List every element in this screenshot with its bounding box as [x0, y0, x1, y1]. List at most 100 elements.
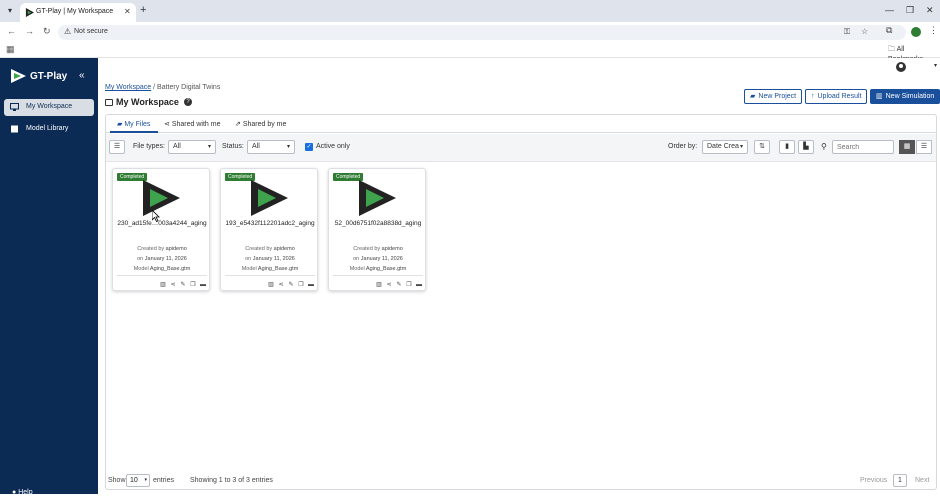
on-label: on: [353, 256, 360, 262]
file-card[interactable]: Completed 193_e5432f112201adc2_aging Cre…: [220, 168, 318, 291]
trash-icon[interactable]: ▬: [199, 282, 207, 288]
edit-icon[interactable]: ✎: [179, 281, 187, 288]
copy-icon[interactable]: ❐: [297, 281, 305, 288]
chevron-down-icon: ▾: [207, 144, 211, 150]
extensions-icon[interactable]: ⧉: [886, 25, 892, 36]
tab-search-icon[interactable]: ▾: [4, 5, 16, 17]
model-value: Aging_Base.gtm: [149, 266, 191, 272]
copy-icon[interactable]: ❐: [189, 281, 197, 288]
new-project-button[interactable]: ▰ New Project: [744, 89, 803, 104]
created-by-value: apidemo: [165, 246, 187, 252]
breadcrumb-root-link[interactable]: My Workspace: [105, 84, 151, 91]
on-label: on: [245, 256, 252, 262]
grid-view-icon[interactable]: ▦: [899, 140, 915, 154]
edit-icon[interactable]: ✎: [287, 281, 295, 288]
table-footer: Show 10 ▾ entries Showing 1 to 3 of 3 ent…: [106, 472, 936, 490]
help-question-icon[interactable]: ?: [184, 98, 192, 106]
chart-icon[interactable]: ▥: [267, 281, 275, 288]
file-icon[interactable]: ▮: [779, 140, 795, 154]
model-value: Aging_Base.gtm: [257, 266, 299, 272]
active-only-label: Active only: [316, 143, 350, 150]
folder-icon: ▰: [750, 93, 756, 100]
restore-icon[interactable]: ❐: [906, 5, 914, 16]
tab-close-icon[interactable]: ✕: [124, 7, 131, 16]
file-card[interactable]: Completed 52_00d6751f02a8838d_aging Crea…: [328, 168, 426, 291]
copy-icon[interactable]: ❐: [405, 281, 413, 288]
active-only-checkbox[interactable]: ✓: [305, 143, 313, 151]
file-types-value: All: [173, 143, 181, 150]
forward-icon[interactable]: →: [25, 26, 34, 36]
model-line: Model Aging_Base.gtm: [113, 266, 211, 272]
tab-shared-with-me[interactable]: ⋖ Shared with me: [164, 120, 220, 128]
chart-icon[interactable]: ▥: [375, 281, 383, 288]
tab-my-files[interactable]: ▰ My Files: [117, 120, 150, 128]
card-actions: ▥ ⋖ ✎ ❐ ▬: [159, 279, 209, 288]
breadcrumb-current: Battery Digital Twins: [157, 84, 221, 91]
browser-menu-icon[interactable]: ⋮: [929, 25, 938, 36]
trash-icon[interactable]: ▬: [415, 282, 423, 288]
security-label: Not secure: [74, 28, 108, 35]
file-name[interactable]: 193_e5432f112201adc2_aging: [221, 220, 319, 227]
monitor-icon: [10, 103, 19, 111]
apps-grid-icon[interactable]: ▦: [6, 44, 15, 55]
breadcrumb-separator: /: [153, 84, 156, 91]
next-page-button[interactable]: Next: [915, 477, 929, 484]
gtplay-favicon-icon: [25, 8, 34, 17]
collapse-sidebar-icon[interactable]: «: [79, 70, 85, 81]
chart-icon[interactable]: ▥: [159, 281, 167, 288]
tab-shared-by-me[interactable]: ⇗ Shared by me: [235, 120, 286, 128]
sidebar-item-model-library[interactable]: Model Library: [4, 121, 94, 138]
card-divider: [225, 275, 315, 276]
chevron-down-icon[interactable]: ▾: [934, 62, 937, 69]
search-input[interactable]: [832, 140, 894, 154]
created-by-label: Created by: [137, 246, 165, 252]
user-icon[interactable]: [896, 62, 906, 72]
created-by-label: Created by: [245, 246, 273, 252]
url-field[interactable]: ⚠ Not secure ⚿ ☆: [58, 25, 906, 40]
browser-tabstrip: ▾ GT-Play | My Workspace ✕ + — ❐ ✕: [0, 0, 940, 22]
file-stack-icon[interactable]: ▙: [798, 140, 814, 154]
share-icon[interactable]: ⋖: [169, 281, 177, 288]
file-types-select[interactable]: All ▾: [168, 140, 216, 154]
sidebar-item-my-workspace[interactable]: My Workspace: [4, 99, 94, 116]
new-tab-button[interactable]: +: [140, 4, 146, 16]
chevron-down-icon: ▾: [739, 144, 743, 150]
star-icon[interactable]: ☆: [861, 27, 868, 36]
page-1-button[interactable]: 1: [893, 474, 907, 487]
new-simulation-button[interactable]: ▥ New Simulation: [870, 89, 940, 104]
file-name[interactable]: 230_ad15fe…003a4244_aging: [113, 220, 211, 227]
back-icon[interactable]: ←: [7, 26, 16, 36]
previous-page-button[interactable]: Previous: [860, 477, 887, 484]
list-toggle-icon[interactable]: ☰: [109, 140, 125, 154]
trash-icon[interactable]: ▬: [307, 282, 315, 288]
help-link[interactable]: ● Help: [12, 489, 33, 496]
share-icon[interactable]: ⋖: [277, 281, 285, 288]
upload-icon: ↑: [811, 93, 815, 100]
file-name[interactable]: 52_00d6751f02a8838d_aging: [329, 220, 427, 227]
sort-direction-icon[interactable]: ⇅: [754, 140, 770, 154]
mouse-cursor-icon: [152, 210, 160, 222]
entries-summary: Showing 1 to 3 of 3 entries: [190, 477, 273, 484]
status-select[interactable]: All ▾: [247, 140, 295, 154]
upload-result-button[interactable]: ↑ Upload Result: [805, 89, 868, 104]
card-actions: ▥ ⋖ ✎ ❐ ▬: [267, 279, 317, 288]
model-line: Model Aging_Base.gtm: [329, 266, 427, 272]
password-key-icon[interactable]: ⚿: [844, 27, 850, 37]
edit-icon[interactable]: ✎: [395, 281, 403, 288]
filter-bar: ☰ File types: All ▾ Status: All ▾ ✓ Active…: [106, 134, 936, 162]
page-size-select[interactable]: 10 ▾: [126, 474, 150, 487]
reload-icon[interactable]: ↻: [43, 26, 51, 37]
model-label: Model: [241, 266, 257, 272]
profile-avatar[interactable]: [911, 27, 921, 37]
order-by-label: Order by:: [668, 143, 698, 150]
share-icon[interactable]: ⋖: [385, 281, 393, 288]
order-by-select[interactable]: Date Crea ▾: [702, 140, 748, 154]
browser-tab[interactable]: GT-Play | My Workspace ✕: [20, 3, 136, 22]
file-card[interactable]: Completed 230_ad15fe…003a4244_aging Crea…: [112, 168, 210, 291]
share-icon: ⋖: [164, 121, 170, 128]
page-title: My Workspace: [116, 97, 179, 107]
minimize-icon[interactable]: —: [885, 5, 894, 15]
window-close-icon[interactable]: ✕: [926, 5, 934, 16]
search-icon: ⚲: [821, 142, 827, 151]
list-view-icon[interactable]: ☰: [916, 140, 932, 154]
